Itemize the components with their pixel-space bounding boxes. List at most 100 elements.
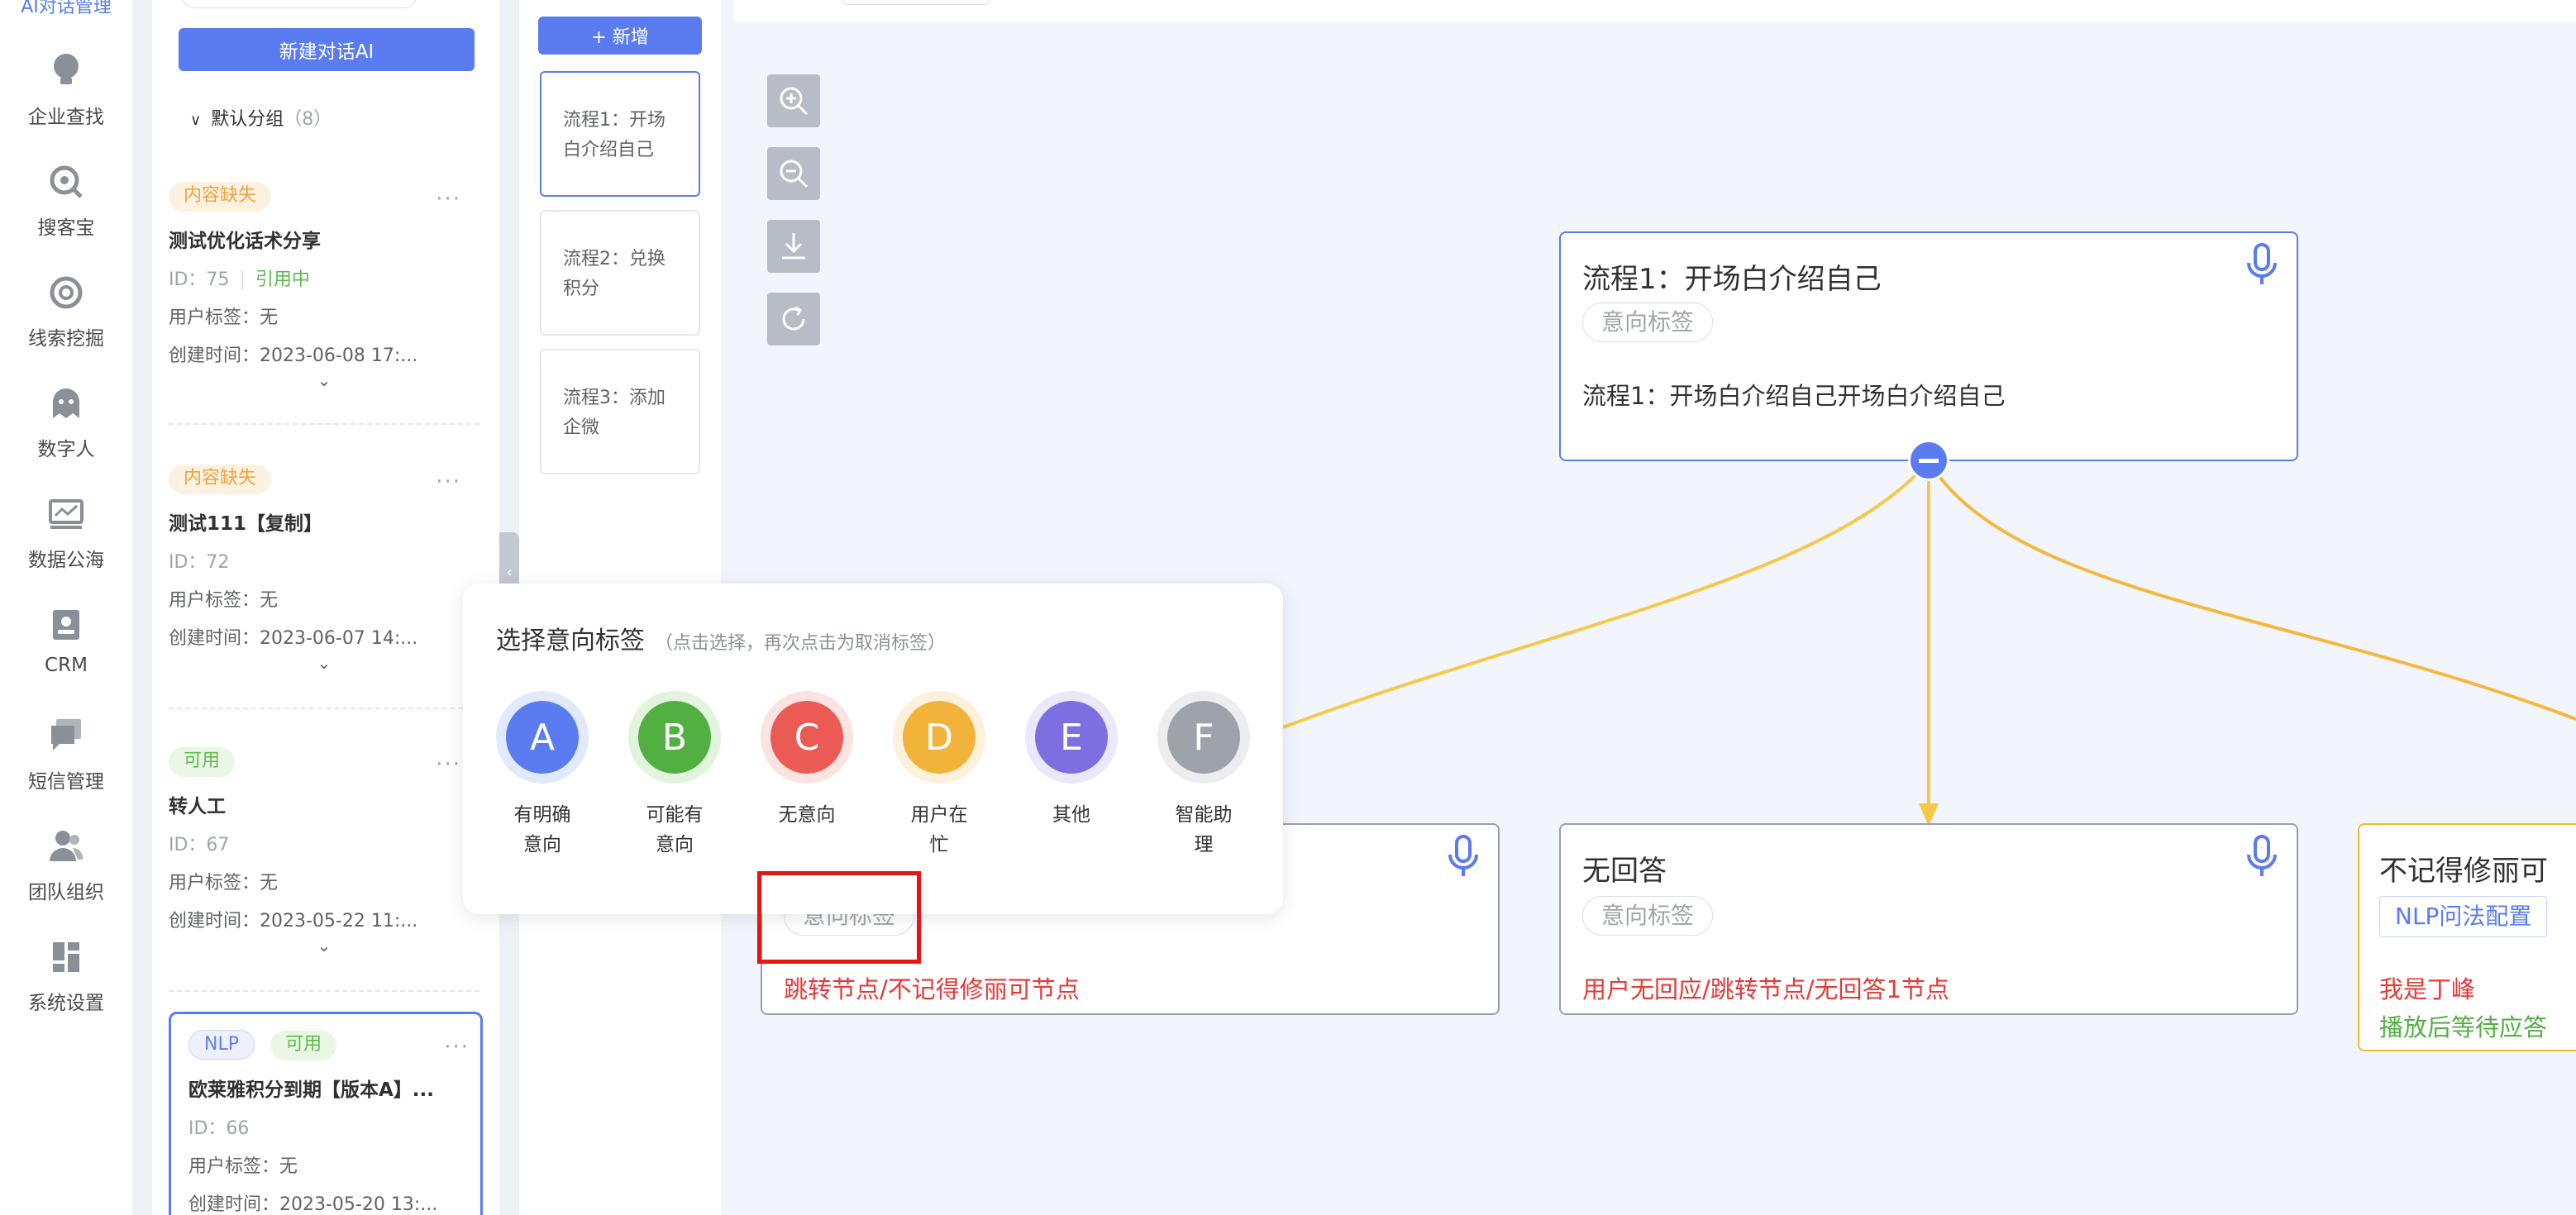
new-dialog-ai-button[interactable]: 新建对话AI bbox=[179, 28, 475, 71]
ai-card[interactable]: 内容缺失 ··· 测试优化话术分享 ID：75 | 引用中 用户标签：无 创建时间：… bbox=[169, 182, 479, 390]
nav-item-crm[interactable]: CRM bbox=[0, 605, 132, 704]
popup-title-text: 选择意向标签 bbox=[496, 627, 645, 655]
card-id: ID：75 bbox=[169, 269, 230, 290]
nav-item-label: 数字人 bbox=[37, 439, 95, 460]
ai-card[interactable]: 内容缺失 ··· 测试111【复制】 ID：72 用户标签：无 创建时间：202… bbox=[169, 465, 479, 673]
intent-option-b[interactable]: B 可能有意向 bbox=[628, 691, 721, 860]
search-target-icon bbox=[50, 165, 83, 198]
node-action: 播放后等待应答 bbox=[2379, 1013, 2548, 1041]
group-count: （8） bbox=[284, 109, 332, 130]
nav-item-label: 企业查找 bbox=[28, 107, 104, 128]
option-label: 其他 bbox=[1052, 804, 1090, 826]
nav-item-soukebao[interactable]: 搜客宝 bbox=[0, 162, 132, 261]
intent-option-f[interactable]: F 智能助理 bbox=[1157, 691, 1250, 860]
option-label: 可能有意向 bbox=[646, 804, 704, 855]
flow-item[interactable]: 流程1：开场白介绍自己 bbox=[540, 71, 700, 197]
option-ring: C bbox=[761, 691, 853, 784]
nav-item-digital-human[interactable]: 数字人 bbox=[0, 384, 132, 483]
card-user-tag: 用户标签：无 bbox=[169, 873, 279, 893]
intent-option-c[interactable]: C 无意向 bbox=[761, 691, 853, 830]
card-user-tag: 用户标签：无 bbox=[169, 590, 279, 611]
card-title: 测试111【复制】 bbox=[169, 513, 323, 535]
card-created: 创建时间：2023-06-08 17:... bbox=[169, 345, 418, 366]
option-label: 智能助理 bbox=[1175, 804, 1233, 855]
card-created: 创建时间：2023-05-22 11:... bbox=[169, 911, 418, 932]
intent-option-d[interactable]: D 用户在忙 bbox=[893, 691, 985, 860]
nav-item-label: CRM bbox=[45, 655, 88, 676]
more-icon[interactable]: ··· bbox=[436, 187, 461, 212]
microphone-icon[interactable] bbox=[2244, 833, 2280, 881]
intent-option-a[interactable]: A 有明确意向 bbox=[496, 691, 589, 860]
nav-item-label: 短信管理 bbox=[28, 771, 104, 793]
more-icon[interactable]: ··· bbox=[436, 752, 461, 777]
nav-item-team[interactable]: 团队组织 bbox=[0, 827, 132, 926]
option-ring: B bbox=[628, 691, 721, 784]
main-nav: AI对话管理 企业查找 搜客宝 线索挖掘 数字人 数据公海 CRM 短信管理 团… bbox=[0, 0, 132, 1215]
microphone-icon[interactable] bbox=[2244, 241, 2280, 289]
flow-item[interactable]: 流程3：添加企微 bbox=[540, 349, 700, 474]
nav-item-enterprise-search[interactable]: 企业查找 bbox=[0, 51, 132, 150]
option-letter: F bbox=[1167, 701, 1240, 774]
expand-chevron-icon[interactable]: ⌄ bbox=[169, 370, 479, 390]
nav-item-sms[interactable]: 短信管理 bbox=[0, 716, 132, 815]
status-badge: 内容缺失 bbox=[169, 182, 272, 212]
search-input[interactable] bbox=[182, 0, 417, 8]
card-created: 创建时间：2023-05-20 13:... bbox=[188, 1194, 438, 1215]
more-icon[interactable]: ··· bbox=[444, 1035, 470, 1060]
ai-card[interactable]: NLP 可用 ··· 欧莱雅积分到期【版本A】... ID：66 用户标签：无 … bbox=[188, 1030, 470, 1215]
option-letter: A bbox=[506, 701, 579, 774]
nlp-badge: NLP bbox=[188, 1030, 255, 1060]
card-user-tag: 用户标签：无 bbox=[188, 1156, 298, 1177]
nav-item-label: 数据公海 bbox=[28, 550, 104, 571]
option-ring: D bbox=[893, 691, 985, 784]
option-label: 有明确意向 bbox=[513, 804, 571, 855]
nlp-config-button[interactable]: NLP问法配置 bbox=[2379, 896, 2548, 937]
minus-icon bbox=[1919, 458, 1939, 463]
nav-item-lead-mining[interactable]: 线索挖掘 bbox=[0, 273, 132, 372]
card-title: 欧莱雅积分到期【版本A】... bbox=[188, 1079, 435, 1101]
message-icon bbox=[51, 719, 81, 750]
intent-tag-popup: 选择意向标签 （点击选择，再次点击为取消标签） A 有明确意向 B 可能有意向 C… bbox=[463, 584, 1283, 914]
contact-card-icon bbox=[53, 610, 79, 640]
option-ring: A bbox=[496, 691, 589, 784]
option-ring: E bbox=[1025, 691, 1118, 784]
more-icon[interactable]: ··· bbox=[436, 469, 461, 494]
team-icon bbox=[50, 831, 83, 861]
expand-chevron-icon[interactable]: ⌄ bbox=[169, 653, 479, 673]
flow-node-no-answer[interactable]: 无回答 意向标签 用户无回应/跳转节点/无回答1节点 bbox=[1559, 823, 2298, 1015]
nav-item-label: 搜客宝 bbox=[37, 217, 95, 239]
card-divider bbox=[169, 708, 479, 709]
connector-right bbox=[1927, 460, 2576, 721]
option-letter: D bbox=[903, 701, 976, 774]
highlight-box bbox=[757, 871, 921, 964]
ai-card[interactable]: 可用 ··· 转人工 ID：67 用户标签：无 创建时间：2023-05-22 … bbox=[169, 747, 479, 955]
status-badge: 可用 bbox=[270, 1031, 337, 1060]
group-header[interactable]: ∨ 默认分组（8） bbox=[190, 104, 332, 131]
bulb-icon bbox=[54, 54, 79, 84]
status-badge: 可用 bbox=[169, 747, 236, 777]
node-content: 跳转节点/不记得修丽可节点 bbox=[784, 975, 1080, 1003]
node-content: 用户无回应/跳转节点/无回答1节点 bbox=[1582, 975, 1949, 1003]
flow-item[interactable]: 流程2：兑换积分 bbox=[540, 210, 700, 336]
intent-option-e[interactable]: E 其他 bbox=[1025, 691, 1118, 830]
flow-node-right[interactable]: 不记得修丽可 NLP问法配置 我是丁峰 播放后等待应答 bbox=[2358, 823, 2576, 1051]
nav-item-label: 系统设置 bbox=[28, 993, 104, 1014]
nav-current-section[interactable]: AI对话管理 bbox=[0, 0, 132, 18]
intent-tag-button[interactable]: 意向标签 bbox=[1582, 303, 1714, 342]
card-divider bbox=[169, 423, 479, 425]
add-flow-button[interactable]: + 新增 bbox=[538, 17, 702, 55]
intent-tag-button[interactable]: 意向标签 bbox=[1582, 896, 1714, 936]
popup-hint: （点击选择，再次点击为取消标签） bbox=[655, 633, 947, 654]
chevron-down-icon: ∨ bbox=[190, 112, 202, 129]
expand-chevron-icon[interactable]: ⌄ bbox=[169, 936, 479, 955]
card-id: ID：72 bbox=[169, 552, 230, 573]
flow-node-main[interactable]: 流程1：开场白介绍自己 意向标签 流程1：开场白介绍自己开场白介绍自己 bbox=[1559, 231, 2298, 461]
nav-item-settings[interactable]: 系统设置 bbox=[0, 937, 132, 1036]
nav-item-label: 团队组织 bbox=[28, 882, 104, 903]
nav-item-data-pool[interactable]: 数据公海 bbox=[0, 494, 132, 593]
option-letter: B bbox=[638, 701, 711, 774]
collapse-node-button[interactable] bbox=[1908, 440, 1949, 481]
chevron-left-icon: ‹ bbox=[506, 563, 513, 581]
node-title: 不记得修丽可 bbox=[2379, 855, 2548, 888]
microphone-icon[interactable] bbox=[1445, 833, 1481, 881]
